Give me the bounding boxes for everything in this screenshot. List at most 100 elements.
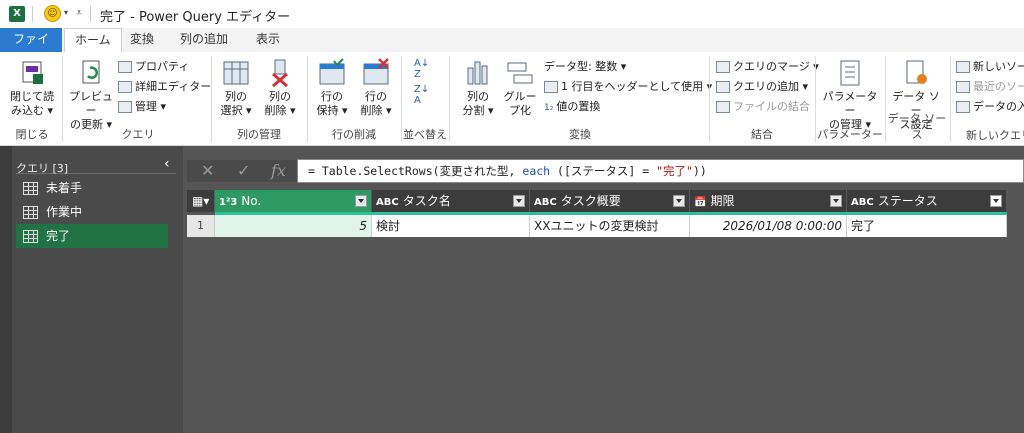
column-header-no[interactable]: 1²3 No. xyxy=(215,190,372,212)
new-source-button[interactable]: 新しいソース xyxy=(956,58,1024,76)
formula-middle: ([ステータス] = xyxy=(550,164,657,178)
sort-descending-icon[interactable]: Z↓ A xyxy=(414,84,429,106)
append-queries-label: クエリの追加 ▾ xyxy=(733,80,809,93)
keep-rows-button[interactable]: 行の 保持 ▾ xyxy=(310,58,354,118)
table-icon xyxy=(23,182,38,195)
collapse-chevron-icon[interactable]: ‹ xyxy=(164,156,170,172)
split-column-button[interactable]: 列の 分割 ▾ xyxy=(456,58,500,118)
table-cell-due-date[interactable]: 2026/01/08 0:00:00 xyxy=(690,215,847,237)
replace-values-button[interactable]: 1₂ 値の置換 xyxy=(544,98,600,116)
combine-files-icon xyxy=(716,101,730,113)
choose-columns-label2: 選択 ▾ xyxy=(220,104,252,117)
data-type-dropdown[interactable]: データ型: 整数 ▾ xyxy=(544,58,626,76)
table-cell-task-name[interactable]: 検討 xyxy=(372,215,530,237)
new-source-icon xyxy=(956,61,970,73)
datetime-type-icon: 📅 xyxy=(694,197,707,208)
enter-data-button[interactable]: データの入力 xyxy=(956,98,1024,116)
filter-dropdown-icon[interactable] xyxy=(673,195,685,207)
enter-data-label: データの入力 xyxy=(973,100,1024,113)
remove-columns-label2: 削除 ▾ xyxy=(264,104,296,117)
split-column-label1: 列の xyxy=(467,90,489,103)
quick-access-customize-icon[interactable]: ⩡ xyxy=(76,6,82,20)
close-load-button[interactable]: 閉じて読 み込む ▾ xyxy=(6,58,58,118)
refresh-preview-button[interactable]: プレビュー の更新 ▾ xyxy=(66,58,116,132)
text-type-icon: ABC xyxy=(851,197,874,208)
group-label-reduce-rows: 行の削減 xyxy=(332,128,376,141)
query-item-in-progress[interactable]: 作業中 xyxy=(16,200,168,224)
merge-queries-icon xyxy=(716,61,730,73)
sort-ascending-icon[interactable]: A↓ Z xyxy=(414,58,429,80)
query-item-label: 完了 xyxy=(46,229,71,243)
tab-transform[interactable]: 変換 xyxy=(120,28,164,52)
column-header-label: No. xyxy=(241,194,262,208)
table-cell-status[interactable]: 完了 xyxy=(847,215,1007,237)
recent-source-button[interactable]: 最近のソース xyxy=(956,78,1024,96)
table-cell-no[interactable]: 5 xyxy=(215,215,372,237)
pane-edge xyxy=(0,146,12,433)
tab-home[interactable]: ホーム xyxy=(64,28,122,52)
query-item-complete[interactable]: 完了 xyxy=(16,224,168,248)
remove-columns-button[interactable]: 列の 削除 ▾ xyxy=(258,58,302,118)
group-label-manage-columns: 列の管理 xyxy=(237,128,281,141)
column-header-status[interactable]: ABC ステータス xyxy=(847,190,1007,212)
filter-dropdown-icon[interactable] xyxy=(355,195,367,207)
properties-button[interactable]: プロパティ xyxy=(118,58,189,76)
close-load-icon xyxy=(22,61,43,84)
use-first-row-header-button[interactable]: 1 行目をヘッダーとして使用 ▾ xyxy=(544,78,712,96)
group-separator xyxy=(709,56,710,142)
table-cell-task-summary[interactable]: XXユニットの変更検討 xyxy=(530,215,690,237)
formula-keyword: each xyxy=(522,164,551,178)
remove-rows-button[interactable]: 行の 削除 ▾ xyxy=(354,58,398,118)
group-separator xyxy=(950,56,951,142)
advanced-editor-button[interactable]: 詳細エディター xyxy=(118,78,211,96)
filter-dropdown-icon[interactable] xyxy=(513,195,525,207)
row-number: 1 xyxy=(187,215,215,237)
filter-applied-icon[interactable] xyxy=(990,195,1002,207)
function-icon[interactable]: fx xyxy=(271,160,286,182)
ribbon: 閉じて読 み込む ▾ 閉じる プレビュー の更新 ▾ プロパティ 詳細エディター… xyxy=(0,52,1024,146)
query-item-label: 作業中 xyxy=(46,205,83,219)
group-label-new-query: 新しいクエリ xyxy=(966,129,1024,142)
cancel-icon[interactable]: ✕ xyxy=(201,160,214,182)
properties-label: プロパティ xyxy=(135,60,190,73)
divider xyxy=(32,6,33,22)
query-item-not-started[interactable]: 未着手 xyxy=(16,176,168,200)
tab-view[interactable]: 表示 xyxy=(246,28,290,52)
group-label-parameters: パラメーター xyxy=(817,128,883,141)
column-header-task-summary[interactable]: ABC タスク概要 xyxy=(530,190,690,212)
manage-button[interactable]: 管理 ▾ xyxy=(118,98,166,116)
choose-columns-button[interactable]: 列の 選択 ▾ xyxy=(214,58,258,118)
confirm-icon[interactable]: ✓ xyxy=(237,160,250,182)
chevron-down-icon[interactable]: ▾ xyxy=(64,8,68,17)
filter-dropdown-icon[interactable] xyxy=(830,195,842,207)
feedback-smiley-icon[interactable]: ☺ xyxy=(44,5,61,22)
column-header-label: 期限 xyxy=(710,194,735,208)
advanced-editor-label: 詳細エディター xyxy=(135,80,212,93)
header-row-icon xyxy=(544,81,558,93)
title-bar: X ☺ ▾ ⩡ 完了 - Power Query エディター xyxy=(0,0,1024,28)
append-queries-button[interactable]: クエリの追加 ▾ xyxy=(716,78,808,96)
combine-files-label: ファイルの結合 xyxy=(733,100,810,113)
combine-files-button[interactable]: ファイルの結合 xyxy=(716,98,810,116)
ribbon-tabs: ファイル ホーム 変換 列の追加 表示 xyxy=(0,28,1024,68)
group-separator xyxy=(449,56,450,142)
tab-file[interactable]: ファイル xyxy=(0,28,62,68)
merge-queries-button[interactable]: クエリのマージ ▾ xyxy=(716,58,819,76)
formula-string: "完了" xyxy=(656,164,693,178)
close-load-label1: 閉じて読 xyxy=(10,90,54,103)
column-header-task-name[interactable]: ABC タスク名 xyxy=(372,190,530,212)
queries-header-label: クエリ [3] xyxy=(16,162,69,175)
enter-data-icon xyxy=(956,101,970,113)
group-by-button[interactable]: グルー プ化 xyxy=(500,58,540,118)
manage-parameters-label1: パラメーター xyxy=(822,90,878,117)
remove-rows-label2: 削除 ▾ xyxy=(360,104,392,117)
remove-rows-icon xyxy=(363,58,389,85)
refresh-icon xyxy=(82,60,100,84)
formula-bar[interactable]: = Table.SelectRows(変更された型, each ([ステータス]… xyxy=(297,159,1024,183)
group-label-sort: 並べ替え xyxy=(403,128,447,141)
manage-parameters-button[interactable]: パラメーター の管理 ▾ xyxy=(818,58,882,132)
table-menu-icon[interactable]: ▦▾ xyxy=(187,190,215,212)
column-header-due-date[interactable]: 📅 期限 xyxy=(690,190,847,212)
tab-add-column[interactable]: 列の追加 xyxy=(170,28,238,52)
column-header-label: タスク名 xyxy=(402,194,451,208)
